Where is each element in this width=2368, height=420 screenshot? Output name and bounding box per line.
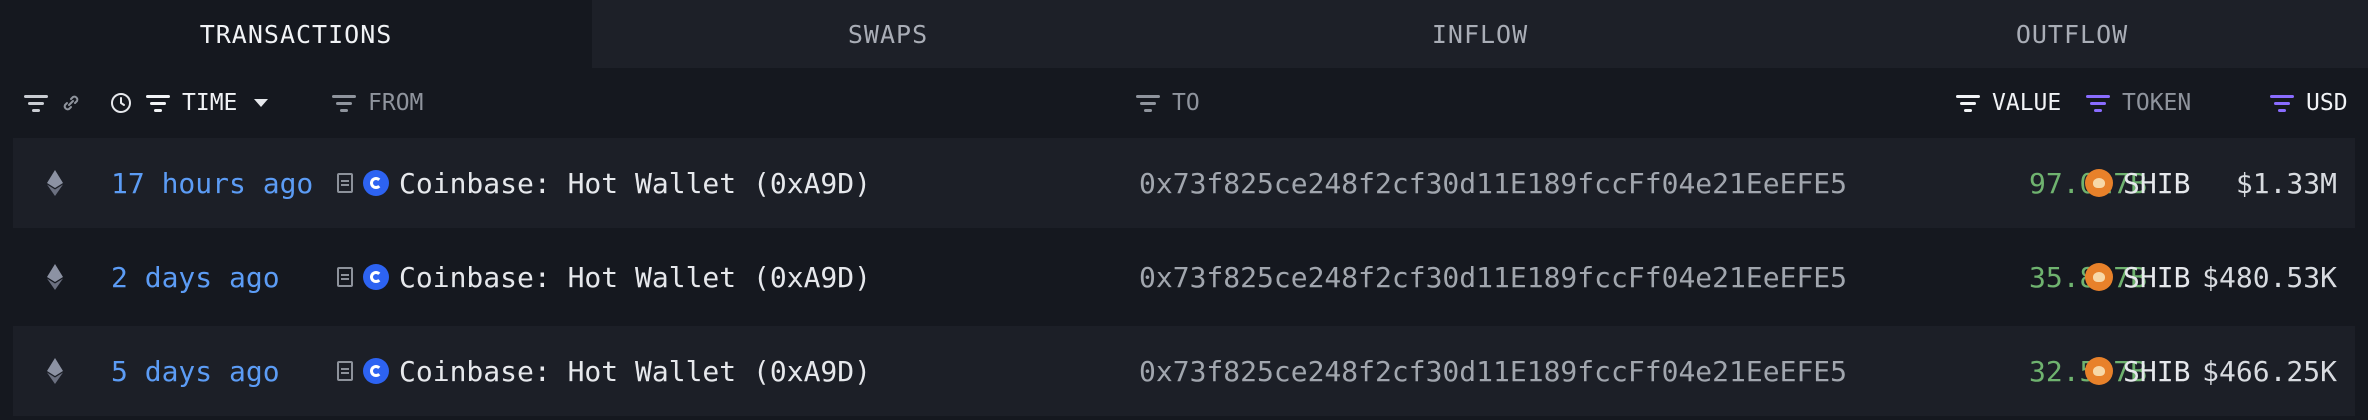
filter-icon (1956, 93, 1980, 113)
to-address-link[interactable]: 0x73f825ce248f2cf30d11E189fccFf04e21EeEF… (1139, 232, 1847, 322)
from-address-link[interactable]: Coinbase: Hot Wallet (0xA9D) (399, 261, 871, 294)
tx-time-link[interactable]: 5 days ago (111, 326, 280, 416)
from-header-label: FROM (368, 90, 424, 116)
filter-icon (332, 93, 356, 113)
usd-header-label: USD (2306, 90, 2348, 116)
usd-amount: $1.33M (2235, 166, 2337, 200)
usd-column-header[interactable]: USD (2270, 68, 2348, 138)
to-column-header[interactable]: TO (1136, 68, 1200, 138)
from-address-link[interactable]: Coinbase: Hot Wallet (0xA9D) (399, 355, 871, 388)
token-header-label: TOKEN (2122, 90, 2192, 116)
shib-token-icon (2085, 263, 2113, 291)
from-cell: Coinbase: Hot Wallet (0xA9D) (337, 232, 871, 322)
token-symbol: SHIB (2123, 166, 2191, 200)
table-row[interactable]: 5 days ago Coinbase: Hot Wallet (0xA9D) … (13, 326, 2355, 416)
clock-icon[interactable] (110, 68, 132, 138)
filter-icon (146, 93, 170, 113)
document-icon (337, 267, 353, 287)
time-header-label: TIME (182, 90, 238, 116)
tab-outflow[interactable]: OUTFLOW (1776, 0, 2368, 68)
tx-time-link[interactable]: 17 hours ago (111, 138, 313, 228)
token-symbol: SHIB (2123, 260, 2191, 294)
token-symbol: SHIB (2123, 354, 2191, 388)
coinbase-icon (363, 264, 389, 290)
coinbase-icon (363, 358, 389, 384)
filter-icon (2270, 93, 2294, 113)
tab-swaps[interactable]: SWAPS (592, 0, 1184, 68)
to-address-link[interactable]: 0x73f825ce248f2cf30d11E189fccFf04e21EeEF… (1139, 326, 1847, 416)
coinbase-icon (363, 170, 389, 196)
token-cell[interactable]: SHIB (2085, 326, 2190, 416)
usd-amount: $480.53K (2202, 260, 2337, 294)
link-icon[interactable] (60, 68, 82, 138)
value-column-header[interactable]: VALUE (1956, 68, 2061, 138)
to-address-link[interactable]: 0x73f825ce248f2cf30d11E189fccFf04e21EeEF… (1139, 138, 1847, 228)
token-cell[interactable]: SHIB (2085, 232, 2190, 322)
filter-icon (1136, 93, 1160, 113)
tab-bar: TRANSACTIONS SWAPS INFLOW OUTFLOW (0, 0, 2368, 68)
from-cell: Coinbase: Hot Wallet (0xA9D) (337, 138, 871, 228)
tab-inflow[interactable]: INFLOW (1184, 0, 1776, 68)
token-column-header[interactable]: TOKEN (2086, 68, 2191, 138)
shib-token-icon (2085, 357, 2113, 385)
document-icon (337, 361, 353, 381)
ethereum-icon (46, 232, 64, 322)
table-row[interactable]: 2 days ago Coinbase: Hot Wallet (0xA9D) … (13, 232, 2355, 322)
sort-down-icon (254, 99, 269, 107)
ethereum-icon (46, 326, 64, 416)
shib-token-icon (2085, 169, 2113, 197)
table-row[interactable]: 17 hours ago Coinbase: Hot Wallet (0xA9D… (13, 138, 2355, 228)
token-cell[interactable]: SHIB (2085, 138, 2190, 228)
ethereum-icon (46, 138, 64, 228)
usd-amount: $466.25K (2202, 354, 2337, 388)
to-header-label: TO (1172, 90, 1200, 116)
from-cell: Coinbase: Hot Wallet (0xA9D) (337, 326, 871, 416)
from-column-header[interactable]: FROM (332, 68, 423, 138)
value-header-label: VALUE (1992, 90, 2062, 116)
tx-time-link[interactable]: 2 days ago (111, 232, 280, 322)
table-header: TIME FROM TO VALUE TOKEN USD (0, 68, 2368, 138)
time-column-header[interactable]: TIME (146, 68, 269, 138)
filter-icon (2086, 93, 2110, 113)
tab-transactions[interactable]: TRANSACTIONS (0, 0, 592, 68)
filter-icon[interactable] (24, 68, 60, 138)
document-icon (337, 173, 353, 193)
from-address-link[interactable]: Coinbase: Hot Wallet (0xA9D) (399, 167, 871, 200)
transactions-table: 17 hours ago Coinbase: Hot Wallet (0xA9D… (0, 138, 2368, 420)
